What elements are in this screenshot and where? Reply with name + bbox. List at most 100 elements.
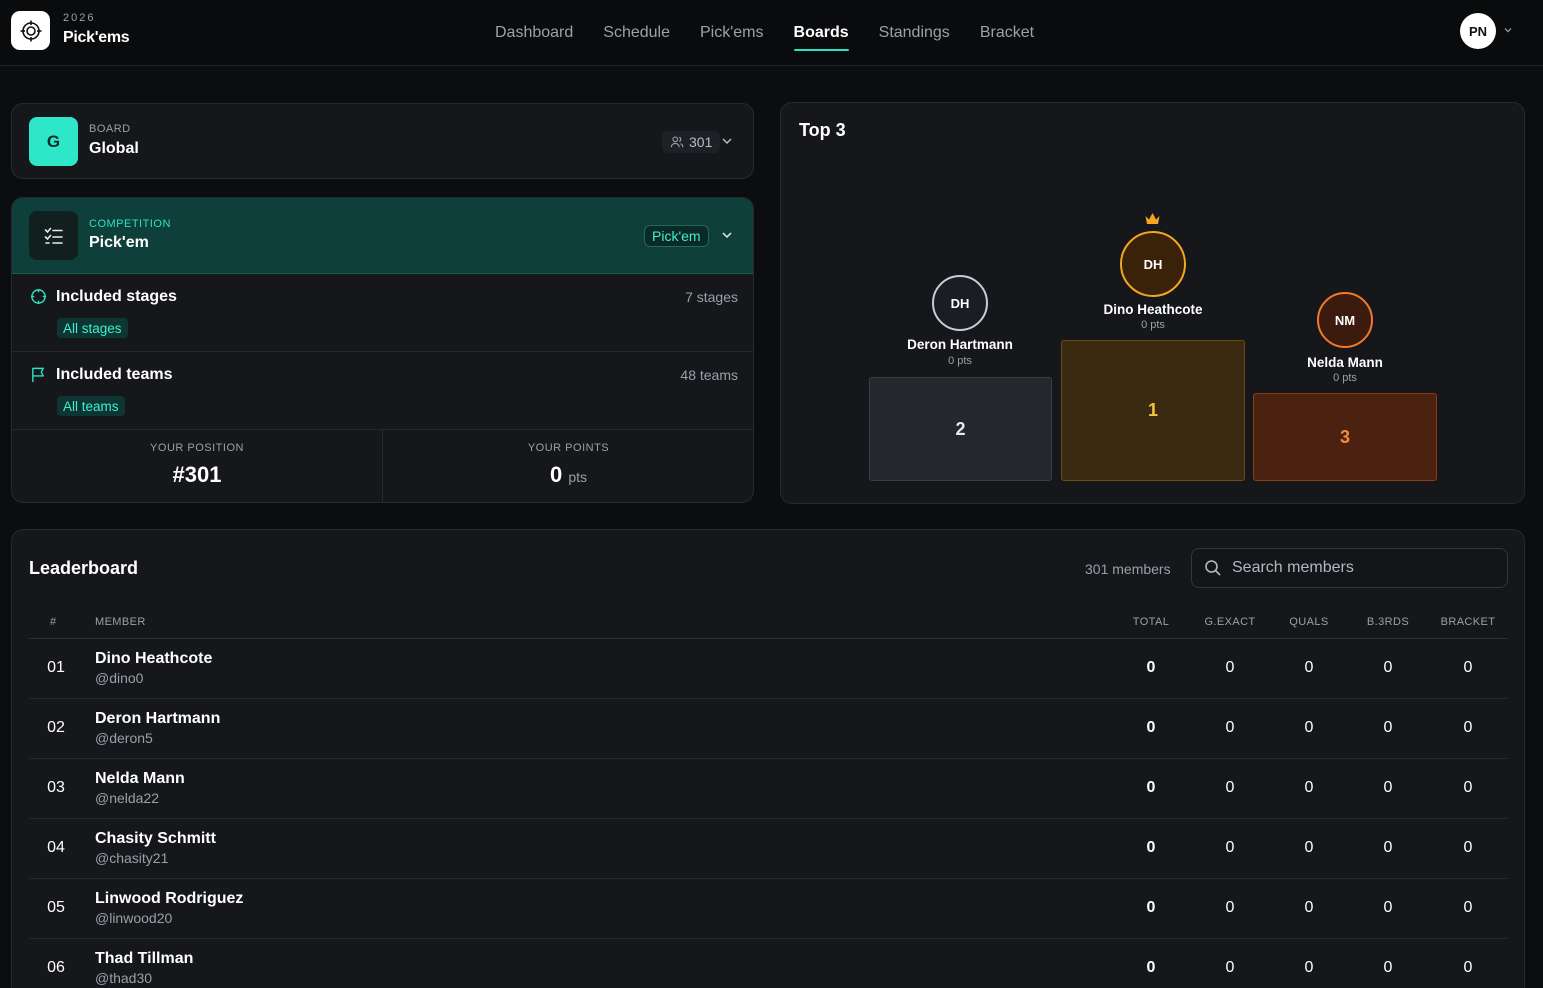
- row-member-name[interactable]: Chasity Schmitt: [95, 830, 216, 848]
- row-total: 0: [1146, 839, 1156, 856]
- board-section-label: BOARD: [89, 123, 131, 135]
- chevron-down-icon[interactable]: [1502, 24, 1514, 36]
- row-member-handle: @thad30: [95, 970, 153, 986]
- row-gexact: 0: [1225, 779, 1235, 796]
- table-row[interactable]: 02 Deron Hartmann @deron5 0 0 0 0 0: [29, 699, 1508, 759]
- board-selector[interactable]: G BOARD Global 301: [11, 103, 754, 179]
- row-member-name[interactable]: Nelda Mann: [95, 770, 185, 788]
- row-rank: 03: [47, 779, 65, 796]
- search-members-input[interactable]: [1232, 559, 1502, 577]
- your-position-label: YOUR POSITION: [150, 442, 244, 454]
- row-gexact: 0: [1225, 839, 1235, 856]
- brand-name[interactable]: Pick'ems: [63, 29, 130, 47]
- table-row[interactable]: 05 Linwood Rodriguez @linwood20 0 0 0 0 …: [29, 879, 1508, 939]
- table-row[interactable]: 06 Thad Tillman @thad30 0 0 0 0 0: [29, 939, 1508, 988]
- table-row[interactable]: 04 Chasity Schmitt @chasity21 0 0 0 0 0: [29, 819, 1508, 879]
- column-header-b3rds[interactable]: B.3RDS: [1358, 616, 1418, 628]
- third-place-avatar[interactable]: NM: [1317, 292, 1373, 348]
- included-teams-title: Included teams: [56, 366, 173, 383]
- first-place-podium: 1: [1061, 340, 1245, 481]
- board-badge: G: [29, 117, 78, 166]
- nav-dashboard[interactable]: Dashboard: [480, 0, 588, 66]
- nav-bracket[interactable]: Bracket: [965, 0, 1049, 66]
- crown-icon: [1145, 213, 1160, 224]
- first-place-name: Dino Heathcote: [1103, 302, 1203, 317]
- row-total: 0: [1146, 959, 1156, 976]
- row-rank: 06: [47, 959, 65, 976]
- chevron-down-icon[interactable]: [720, 228, 734, 242]
- column-header-member: MEMBER: [95, 616, 146, 628]
- leaderboard-member-count: 301 members: [1085, 561, 1171, 577]
- row-gexact: 0: [1225, 959, 1235, 976]
- included-teams-row: Included teams 48 teams All teams: [12, 352, 753, 430]
- your-points-stat: YOUR POINTS 0 pts: [383, 430, 753, 502]
- search-icon: [1205, 560, 1221, 576]
- nav-schedule[interactable]: Schedule: [588, 0, 685, 66]
- competition-card: COMPETITION Pick'em Pick'em Included sta…: [11, 197, 754, 503]
- search-box[interactable]: [1191, 548, 1508, 588]
- nav-standings[interactable]: Standings: [864, 0, 965, 66]
- row-rank: 02: [47, 719, 65, 736]
- row-quals: 0: [1304, 719, 1314, 736]
- your-points-value: 0: [549, 462, 563, 487]
- row-member-name[interactable]: Deron Hartmann: [95, 710, 220, 728]
- nav-pickems[interactable]: Pick'ems: [685, 0, 779, 66]
- app-logo[interactable]: [11, 11, 50, 50]
- row-quals: 0: [1304, 899, 1314, 916]
- row-member-handle: @dino0: [95, 670, 144, 686]
- top3-title: Top 3: [799, 120, 846, 140]
- user-avatar[interactable]: PN: [1460, 13, 1496, 49]
- row-total: 0: [1146, 899, 1156, 916]
- row-total: 0: [1146, 659, 1156, 676]
- second-place-name: Deron Hartmann: [907, 337, 1013, 352]
- row-member-handle: @deron5: [95, 730, 153, 746]
- row-gexact: 0: [1225, 659, 1235, 676]
- included-stages-row: Included stages 7 stages All stages: [12, 274, 753, 352]
- row-bracket: 0: [1463, 959, 1473, 976]
- row-rank: 01: [47, 659, 65, 676]
- crosshair-logo-icon: [20, 20, 41, 41]
- row-member-name[interactable]: Thad Tillman: [95, 950, 193, 968]
- row-b3rds: 0: [1383, 719, 1393, 736]
- checklist-icon: [44, 227, 63, 244]
- competition-section-label: COMPETITION: [89, 218, 171, 230]
- board-member-count: 301: [662, 131, 721, 153]
- first-place-points: 0 pts: [1141, 319, 1165, 331]
- column-header-gexact[interactable]: G.EXACT: [1200, 616, 1260, 628]
- third-place-podium: 3: [1253, 393, 1437, 481]
- table-row[interactable]: 01 Dino Heathcote @dino0 0 0 0 0 0: [29, 639, 1508, 699]
- target-icon: [30, 288, 47, 305]
- row-bracket: 0: [1463, 779, 1473, 796]
- row-member-handle: @nelda22: [95, 790, 160, 806]
- row-quals: 0: [1304, 779, 1314, 796]
- competition-selector[interactable]: COMPETITION Pick'em Pick'em: [12, 198, 753, 274]
- your-points-unit: pts: [568, 469, 588, 485]
- chevron-down-icon[interactable]: [720, 134, 734, 148]
- competition-name: Pick'em: [89, 234, 149, 251]
- row-member-name[interactable]: Dino Heathcote: [95, 650, 212, 668]
- first-place-avatar[interactable]: DH: [1120, 231, 1186, 297]
- column-header-total[interactable]: TOTAL: [1121, 616, 1181, 628]
- included-teams-count: 48 teams: [680, 367, 738, 383]
- second-place-avatar[interactable]: DH: [932, 275, 988, 331]
- row-rank: 04: [47, 839, 65, 856]
- column-header-quals[interactable]: QUALS: [1279, 616, 1339, 628]
- row-member-name[interactable]: Linwood Rodriguez: [95, 890, 243, 908]
- column-header-bracket[interactable]: BRACKET: [1438, 616, 1498, 628]
- row-rank: 05: [47, 899, 65, 916]
- your-position-stat: YOUR POSITION #301: [12, 430, 383, 502]
- top-nav-bar: 2026 Pick'ems Dashboard Schedule Pick'em…: [0, 0, 1543, 66]
- competition-type-pill: Pick'em: [644, 225, 709, 247]
- row-quals: 0: [1304, 839, 1314, 856]
- leaderboard-title: Leaderboard: [29, 558, 139, 578]
- nav-boards[interactable]: Boards: [779, 0, 864, 66]
- second-place-points: 0 pts: [948, 355, 972, 367]
- your-points-display: 0 pts: [383, 462, 753, 488]
- competition-icon-wrap: [29, 211, 78, 260]
- your-points-label: YOUR POINTS: [527, 442, 610, 454]
- row-total: 0: [1146, 719, 1156, 736]
- table-row[interactable]: 03 Nelda Mann @nelda22 0 0 0 0 0: [29, 759, 1508, 819]
- all-stages-chip: All stages: [57, 318, 128, 338]
- row-quals: 0: [1304, 959, 1314, 976]
- leaderboard-card: Leaderboard 301 members # MEMBER TOTAL G…: [11, 529, 1525, 988]
